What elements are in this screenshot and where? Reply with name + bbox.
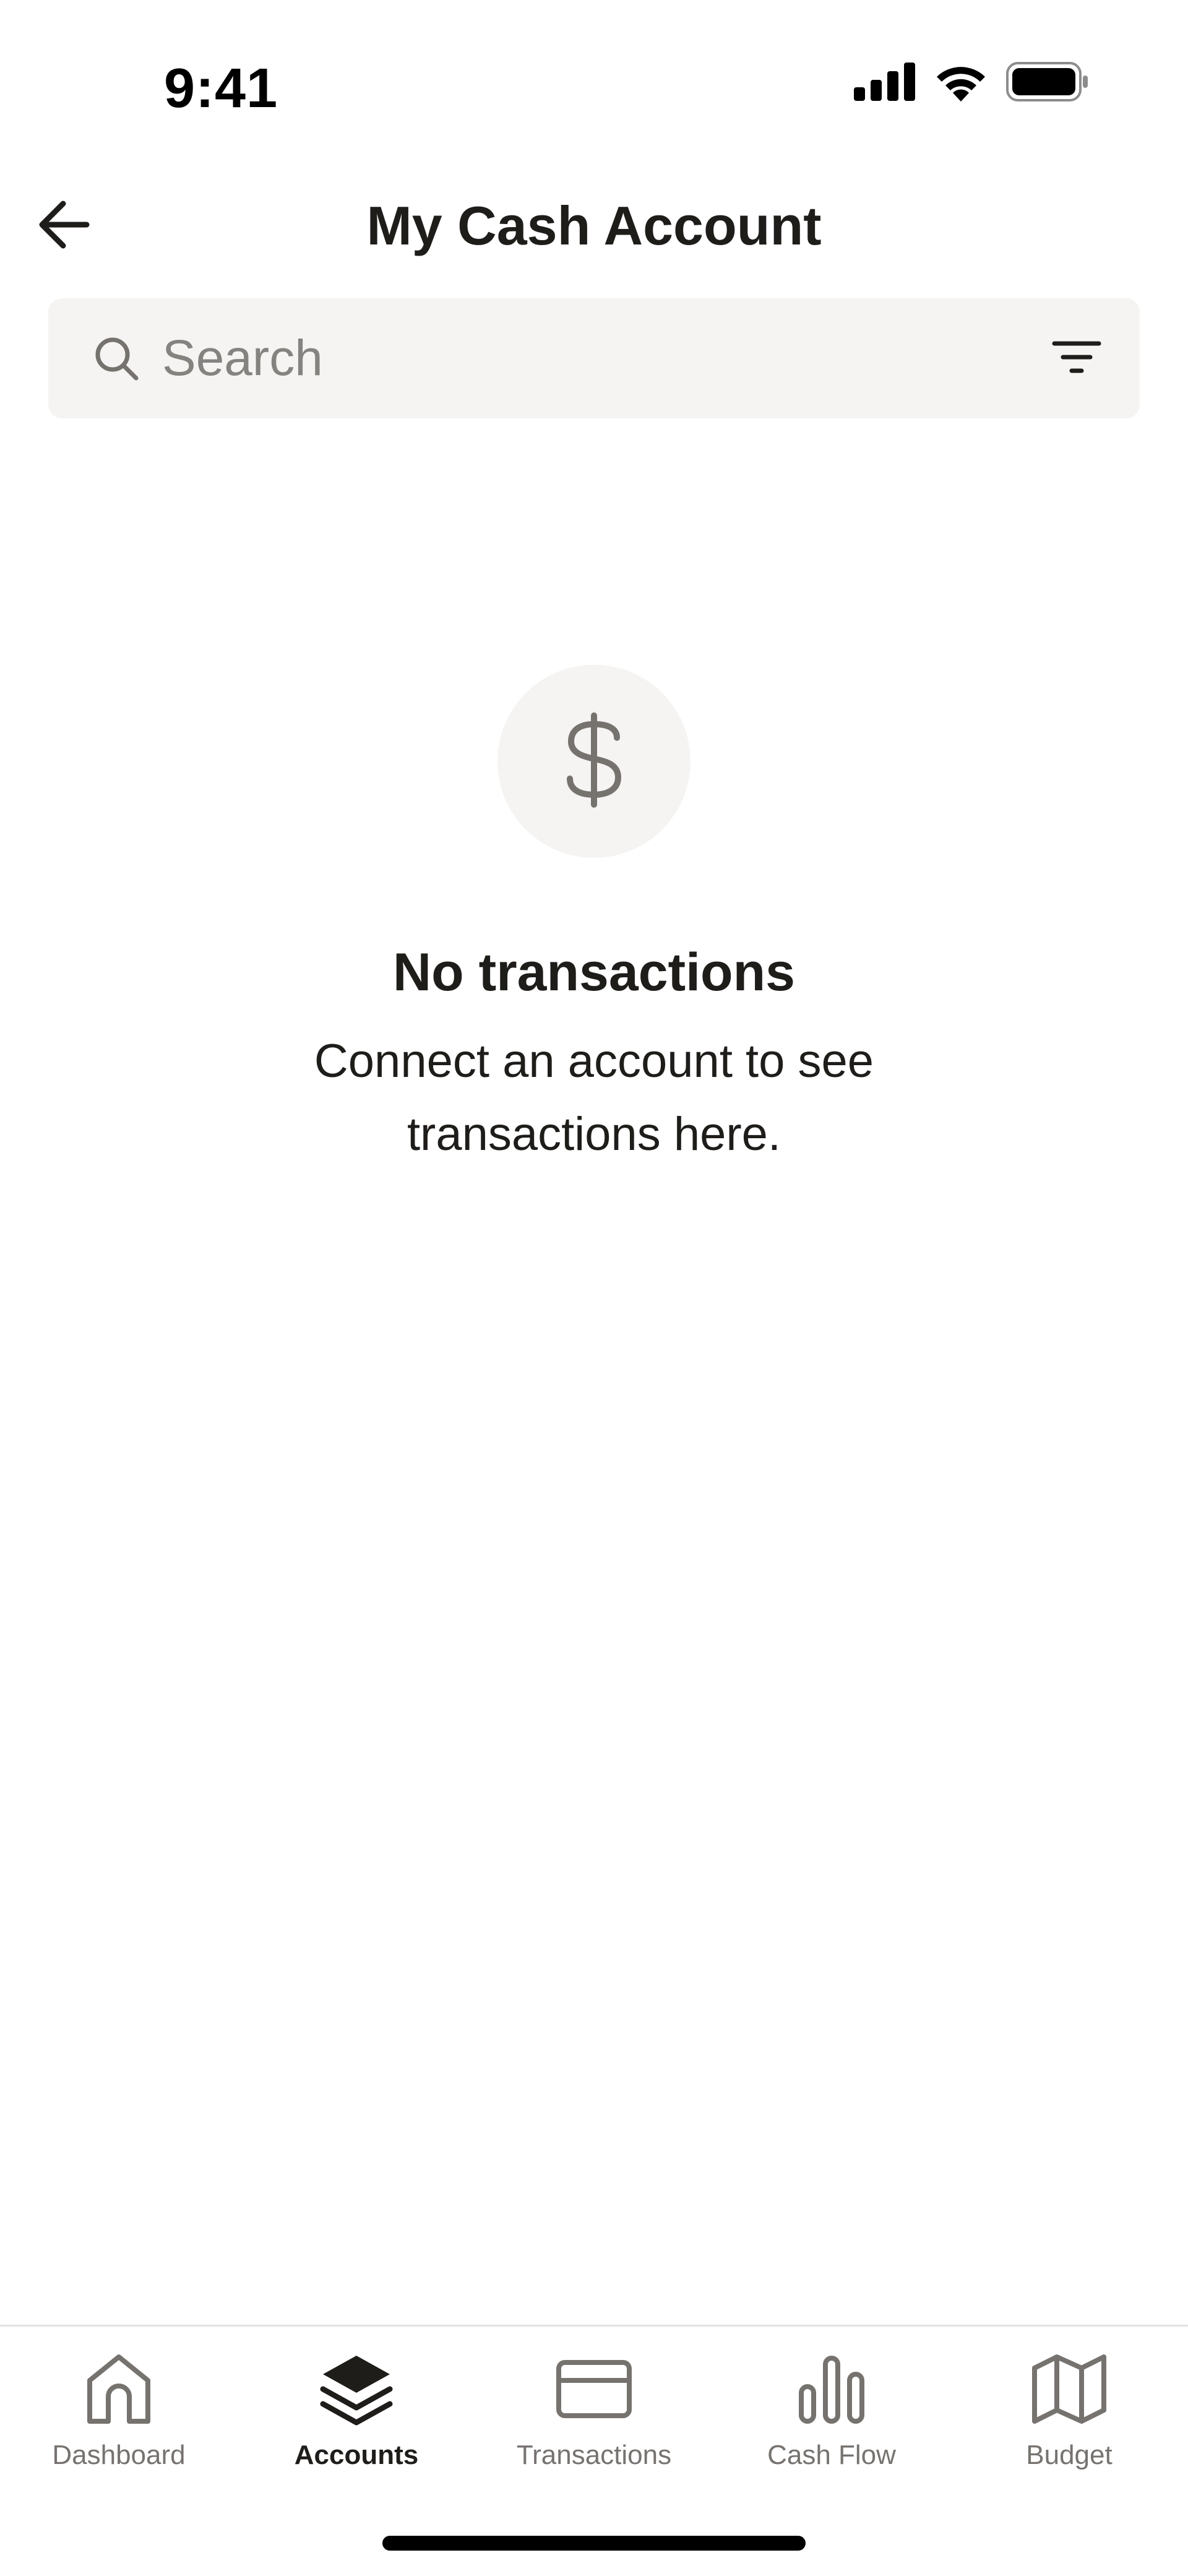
- tab-cash-flow[interactable]: Cash Flow: [713, 2327, 950, 2500]
- wifi-icon: [933, 62, 989, 105]
- battery-icon: [1006, 62, 1089, 105]
- cellular-signal-icon: [854, 63, 916, 104]
- layers-icon: [319, 2349, 394, 2429]
- status-icons: [854, 62, 1089, 105]
- tab-label: Budget: [1026, 2440, 1113, 2470]
- home-icon: [85, 2349, 153, 2429]
- search-input[interactable]: [162, 317, 997, 400]
- empty-state-title: No transactions: [393, 943, 795, 1002]
- tab-budget[interactable]: Budget: [950, 2327, 1188, 2500]
- credit-card-icon: [556, 2349, 632, 2429]
- home-indicator[interactable]: [382, 2536, 806, 2551]
- tab-label: Cash Flow: [767, 2440, 896, 2470]
- tab-accounts[interactable]: Accounts: [238, 2327, 475, 2500]
- filter-icon: [1052, 339, 1101, 379]
- map-icon: [1031, 2349, 1108, 2429]
- tab-label: Transactions: [516, 2440, 672, 2470]
- page-title: My Cash Account: [366, 195, 822, 256]
- tab-transactions[interactable]: Transactions: [475, 2327, 713, 2500]
- bar-chart-icon: [798, 2349, 866, 2429]
- tab-dashboard[interactable]: Dashboard: [0, 2327, 238, 2500]
- filter-button[interactable]: [1046, 327, 1108, 389]
- empty-state-badge: [497, 665, 691, 858]
- status-time: 9:41: [164, 58, 278, 119]
- tab-label: Dashboard: [52, 2440, 186, 2470]
- search-icon: [85, 327, 147, 389]
- tab-label: Accounts: [294, 2440, 419, 2470]
- empty-state-subtitle: Connect an account to see transactions h…: [314, 1035, 874, 1160]
- dollar-sign-icon: [560, 711, 628, 813]
- search-bar: [48, 298, 1140, 418]
